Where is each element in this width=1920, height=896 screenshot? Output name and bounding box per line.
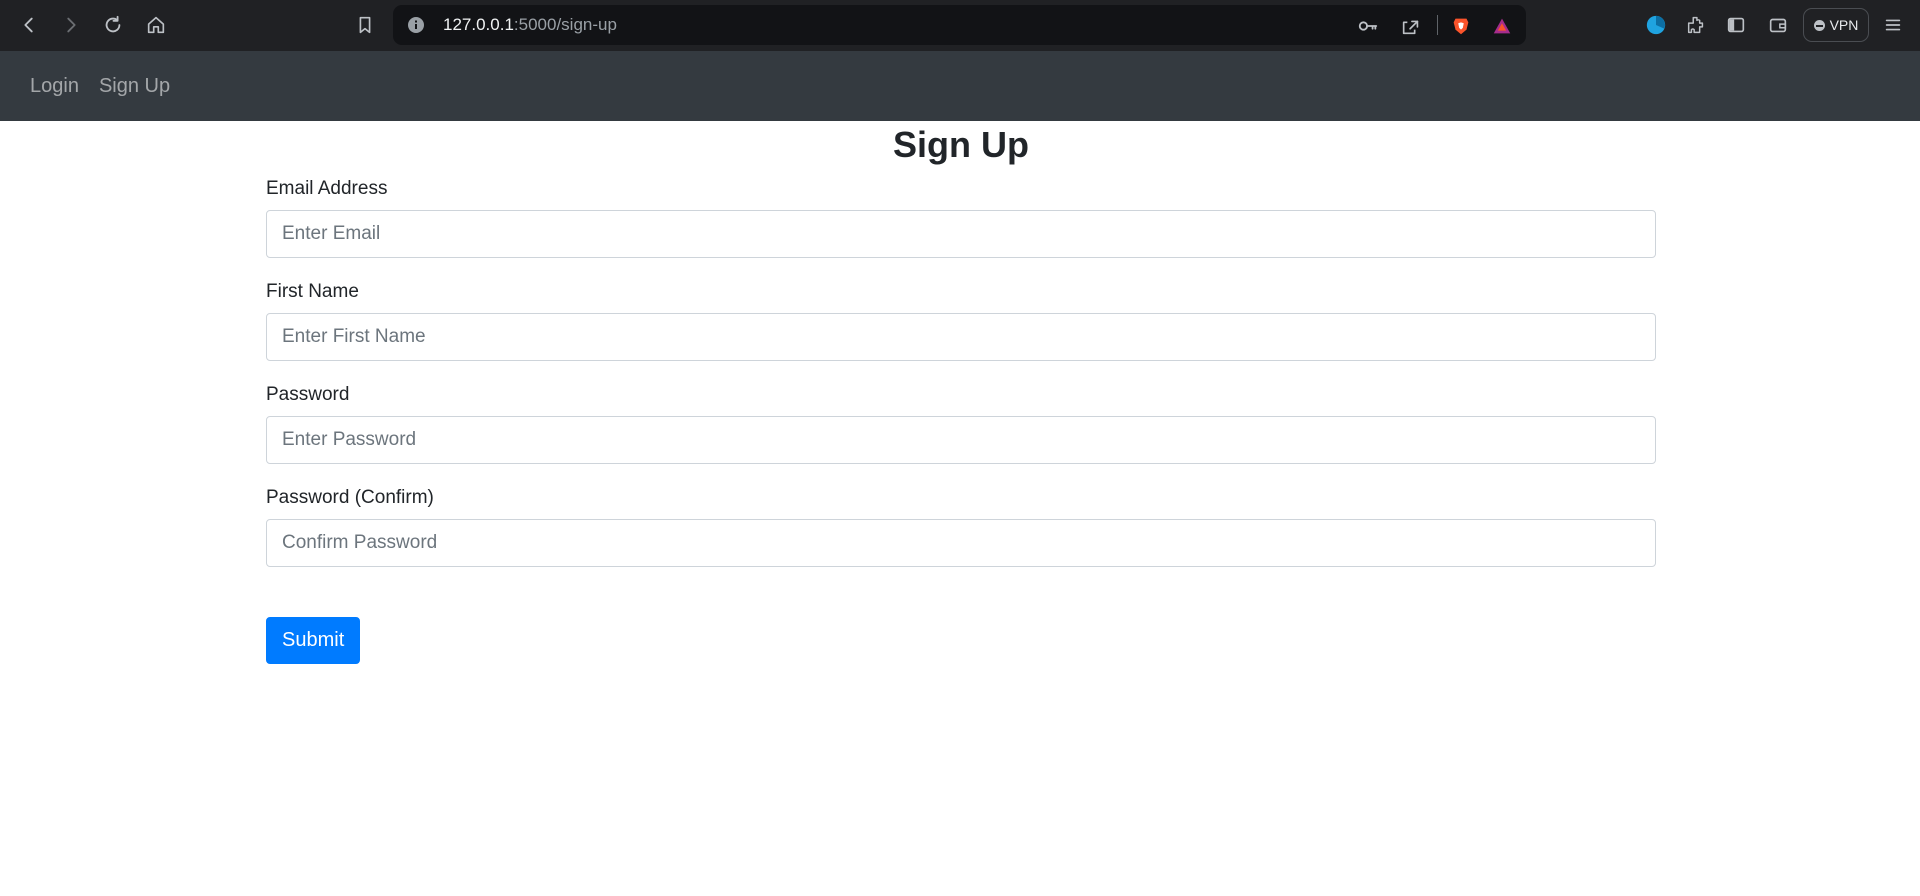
submit-button[interactable]: Submit	[266, 617, 361, 664]
site-info-icon[interactable]	[407, 16, 425, 34]
password-confirm-input[interactable]	[266, 519, 1656, 567]
home-icon[interactable]	[143, 12, 169, 38]
url-host: 127.0.0.1	[443, 15, 514, 34]
vpn-label: VPN	[1829, 17, 1859, 33]
vpn-status-icon	[1813, 19, 1825, 31]
toolbar-divider	[1437, 15, 1438, 35]
password-input[interactable]	[266, 416, 1656, 464]
sign-up-form: Sign Up Email Address First Name Passwor…	[266, 121, 1656, 664]
password-confirm-group: Password (Confirm)	[266, 486, 1656, 567]
first-name-input[interactable]	[266, 313, 1656, 361]
email-group: Email Address	[266, 177, 1656, 258]
first-name-label: First Name	[266, 281, 359, 302]
email-label: Email Address	[266, 178, 388, 199]
menu-icon[interactable]	[1880, 12, 1906, 38]
site-navbar: Login Sign Up	[0, 51, 1920, 121]
forward-icon[interactable]	[58, 12, 84, 38]
form-container: Sign Up Email Address First Name Passwor…	[266, 121, 1656, 664]
sidebar-toggle-icon[interactable]	[1723, 12, 1749, 38]
password-confirm-label: Password (Confirm)	[266, 487, 434, 508]
vpn-button[interactable]: VPN	[1803, 8, 1869, 42]
url-path: :5000/sign-up	[513, 15, 617, 34]
reload-icon[interactable]	[100, 12, 126, 38]
share-icon[interactable]	[1399, 14, 1423, 38]
password-label: Password	[266, 384, 350, 405]
nav-link-sign-up[interactable]: Sign Up	[99, 75, 170, 98]
bookmark-icon[interactable]	[352, 12, 378, 38]
key-icon[interactable]	[1356, 14, 1380, 38]
back-icon[interactable]	[16, 12, 42, 38]
wallet-icon[interactable]	[1765, 12, 1791, 38]
brave-rewards-icon[interactable]	[1490, 14, 1514, 38]
first-name-group: First Name	[266, 280, 1656, 361]
address-bar[interactable]: 127.0.0.1:5000/sign-up	[393, 5, 1526, 45]
nav-link-login[interactable]: Login	[30, 75, 79, 98]
url-text[interactable]: 127.0.0.1:5000/sign-up	[443, 16, 617, 34]
email-input[interactable]	[266, 210, 1656, 258]
browser-toolbar: 127.0.0.1:5000/sign-up VPN	[0, 0, 1920, 51]
page-title: Sign Up	[893, 124, 1029, 165]
profile-icon[interactable]	[1643, 12, 1669, 38]
password-group: Password	[266, 383, 1656, 464]
extensions-icon[interactable]	[1683, 12, 1709, 38]
brave-shields-icon[interactable]	[1449, 14, 1473, 38]
